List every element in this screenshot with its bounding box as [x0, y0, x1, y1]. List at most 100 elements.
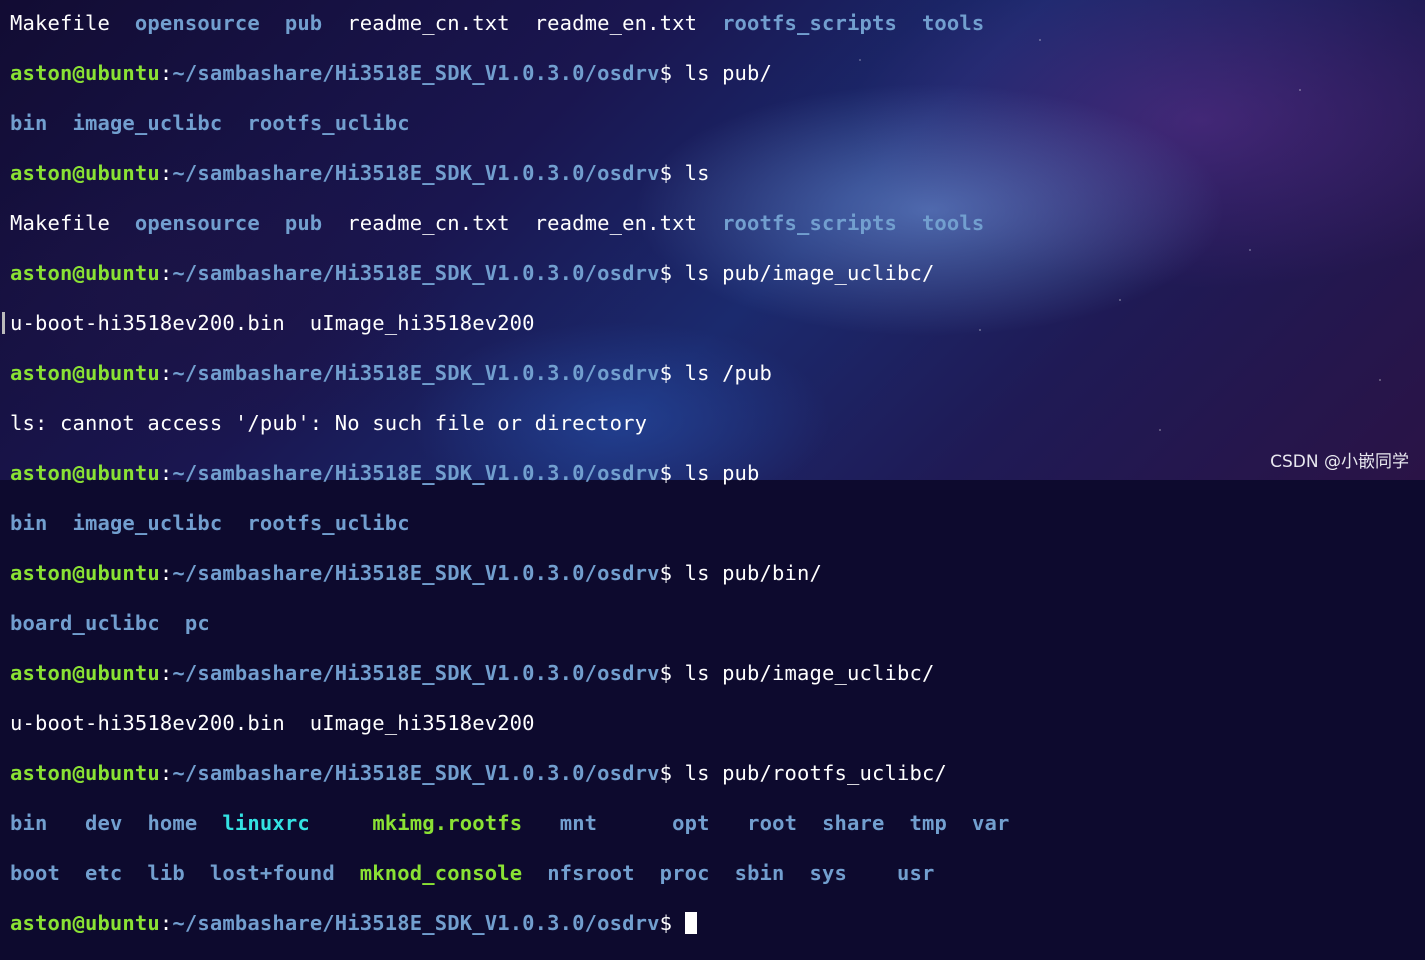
terminal-text: share — [822, 811, 885, 835]
terminal-text: $ — [659, 561, 685, 585]
terminal-text: bin — [10, 111, 48, 135]
terminal-prompt-line: aston@ubuntu:~/sambashare/Hi3518E_SDK_V1… — [10, 761, 1009, 786]
terminal-text: home — [147, 811, 198, 835]
terminal-text: board_uclibc — [10, 611, 160, 635]
terminal-text: aston@ubuntu — [10, 561, 160, 585]
terminal-text: tools — [921, 211, 985, 235]
terminal-text: sys — [809, 861, 848, 885]
terminal-text: ls pub/image_uclibc/ — [684, 661, 935, 685]
terminal-text: : — [159, 161, 173, 185]
terminal-text: $ — [659, 761, 685, 785]
terminal-text: ~/sambashare/Hi3518E_SDK_V1.0.3.0/osdrv — [172, 61, 660, 85]
terminal-text: rootfs_scripts — [722, 211, 897, 235]
terminal-text: : — [159, 661, 173, 685]
terminal-text: Makefile — [10, 211, 135, 235]
terminal-text: $ — [659, 461, 685, 485]
terminal-text: readme_cn.txt readme_en.txt — [322, 211, 723, 235]
terminal-text: : — [159, 461, 173, 485]
terminal-text: : — [159, 561, 173, 585]
terminal-text: ls pub/rootfs_uclibc/ — [684, 761, 947, 785]
terminal-text: opensource — [134, 211, 260, 235]
watermark: CSDN @小嵌同学 — [1270, 452, 1409, 472]
terminal-text: ~/sambashare/Hi3518E_SDK_V1.0.3.0/osdrv — [172, 911, 660, 935]
terminal-text: : — [159, 261, 173, 285]
terminal-text: boot — [10, 861, 60, 885]
terminal-prompt-line: aston@ubuntu:~/sambashare/Hi3518E_SDK_V1… — [10, 661, 1009, 686]
terminal-text: $ — [659, 161, 685, 185]
terminal-text: mnt — [559, 811, 598, 835]
terminal-text: ls pub/ — [684, 61, 773, 85]
terminal-text: var — [971, 811, 1010, 835]
terminal-text: aston@ubuntu — [10, 911, 160, 935]
terminal-text: $ — [659, 261, 685, 285]
terminal-text: : — [159, 911, 173, 935]
terminal-line: Makefile opensource pub readme_cn.txt re… — [10, 211, 1009, 236]
terminal-prompt-line: aston@ubuntu:~/sambashare/Hi3518E_SDK_V1… — [10, 161, 1009, 186]
terminal-text: lib — [147, 861, 185, 885]
terminal-line: bin image_uclibc rootfs_uclibc — [10, 511, 1009, 536]
terminal-text: bin — [10, 511, 48, 535]
terminal-prompt-line: aston@ubuntu:~/sambashare/Hi3518E_SDK_V1… — [10, 61, 1009, 86]
terminal-text: aston@ubuntu — [10, 661, 160, 685]
terminal-text: opt — [672, 811, 710, 835]
terminal-text: nfsroot — [547, 861, 635, 885]
terminal-text: : — [159, 361, 173, 385]
terminal-text: aston@ubuntu — [10, 361, 160, 385]
terminal-text: ~/sambashare/Hi3518E_SDK_V1.0.3.0/osdrv — [172, 761, 660, 785]
terminal-text: dev — [84, 811, 123, 835]
terminal-text: pub — [284, 211, 323, 235]
terminal-text: aston@ubuntu — [10, 161, 160, 185]
terminal-text: opensource — [134, 11, 260, 35]
terminal-line: bin dev home linuxrc mkimg.rootfs mnt op… — [10, 811, 1009, 836]
terminal-prompt-line: aston@ubuntu:~/sambashare/Hi3518E_SDK_V1… — [10, 361, 1009, 386]
terminal-text: proc — [659, 861, 710, 885]
terminal-prompt-line: aston@ubuntu:~/sambashare/Hi3518E_SDK_V1… — [10, 561, 1009, 586]
terminal-text: aston@ubuntu — [10, 461, 160, 485]
terminal-text: ~/sambashare/Hi3518E_SDK_V1.0.3.0/osdrv — [172, 161, 660, 185]
terminal-text: ~/sambashare/Hi3518E_SDK_V1.0.3.0/osdrv — [172, 461, 660, 485]
terminal-line: boot etc lib lost+found mknod_console nf… — [10, 861, 1009, 886]
terminal-text: image_uclibc — [72, 511, 223, 535]
terminal-text: $ — [659, 61, 685, 85]
terminal-text: readme_cn.txt readme_en.txt — [322, 11, 723, 35]
terminal-line: bin image_uclibc rootfs_uclibc — [10, 111, 1009, 136]
terminal-error-line: ls: cannot access '/pub': No such file o… — [10, 411, 648, 435]
terminal-text: : — [159, 61, 173, 85]
terminal-line: Makefile opensource pub readme_cn.txt re… — [10, 11, 1009, 36]
terminal-text: $ — [659, 361, 685, 385]
terminal-text: rootfs_uclibc — [247, 111, 410, 135]
terminal-text: mknod_console — [359, 861, 523, 885]
terminal-text: ~/sambashare/Hi3518E_SDK_V1.0.3.0/osdrv — [172, 661, 660, 685]
terminal-text: ls — [684, 161, 710, 185]
terminal-text: mkimg.rootfs — [372, 811, 523, 835]
terminal-text: ~/sambashare/Hi3518E_SDK_V1.0.3.0/osdrv — [172, 261, 660, 285]
terminal-text: usr — [896, 861, 935, 885]
terminal-text: aston@ubuntu — [10, 761, 160, 785]
terminal-output[interactable]: Makefile opensource pub readme_cn.txt re… — [10, 0, 1009, 960]
terminal-text: aston@ubuntu — [10, 61, 160, 85]
terminal-text: tmp — [909, 811, 947, 835]
terminal-prompt-line: aston@ubuntu:~/sambashare/Hi3518E_SDK_V1… — [10, 261, 1009, 286]
terminal-text: $ — [659, 661, 685, 685]
terminal-prompt-line: aston@ubuntu:~/sambashare/Hi3518E_SDK_V1… — [10, 461, 1009, 486]
terminal-text: ~/sambashare/Hi3518E_SDK_V1.0.3.0/osdrv — [172, 361, 660, 385]
scroll-edge-marker — [2, 312, 5, 334]
terminal-text: ~/sambashare/Hi3518E_SDK_V1.0.3.0/osdrv — [172, 561, 660, 585]
terminal-text: ls pub/bin/ — [684, 561, 823, 585]
terminal-text: aston@ubuntu — [10, 261, 160, 285]
terminal-text: lost+found — [209, 861, 335, 885]
terminal-text: pc — [184, 611, 210, 635]
terminal-line: u-boot-hi3518ev200.bin uImage_hi3518ev20… — [10, 711, 535, 735]
terminal-text: ls pub/image_uclibc/ — [684, 261, 935, 285]
terminal-active-prompt: aston@ubuntu:~/sambashare/Hi3518E_SDK_V1… — [10, 911, 1009, 936]
terminal-line: u-boot-hi3518ev200.bin uImage_hi3518ev20… — [10, 311, 535, 335]
terminal-text: Makefile — [10, 11, 135, 35]
terminal-line: board_uclibc pc — [10, 611, 1009, 636]
terminal-text: sbin — [734, 861, 785, 885]
terminal-text: rootfs_scripts — [722, 11, 897, 35]
terminal-text: tools — [921, 11, 985, 35]
terminal-text: linuxrc — [222, 811, 310, 835]
terminal-text: image_uclibc — [72, 111, 223, 135]
